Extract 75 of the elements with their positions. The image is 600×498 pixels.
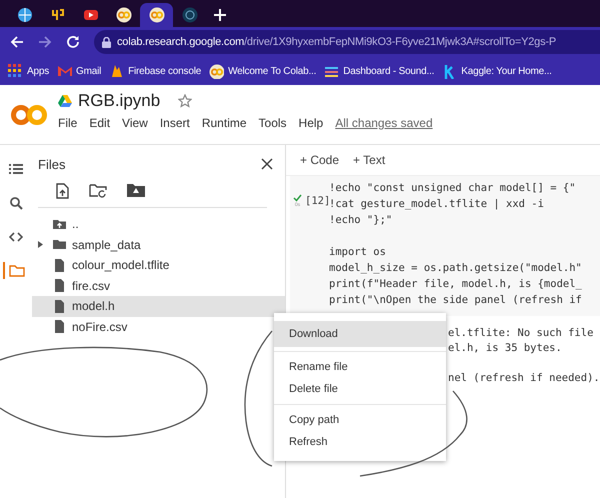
lock-icon xyxy=(102,36,111,48)
bookmark[interactable]: Apps xyxy=(8,64,49,78)
code-line: !cat gesture_model.tflite | xxd -i xyxy=(329,197,545,212)
colab-logo-icon xyxy=(116,7,132,23)
forward-icon[interactable] xyxy=(38,35,52,49)
menu-item[interactable]: Tools xyxy=(258,116,287,130)
flame-icon xyxy=(109,64,124,78)
code-line: print(f"Header file, model.h, is {model_ xyxy=(329,277,582,292)
address-field[interactable]: colab.research.google.com/drive/1X9hyxembFepNMi9kO3-F6yve21Mjwk3A#scrollTo=Y2gs-P xyxy=(94,30,600,54)
globe-icon xyxy=(16,7,32,23)
check-icon xyxy=(293,194,302,202)
folder-refresh-icon[interactable] xyxy=(89,183,107,198)
star-icon[interactable] xyxy=(178,94,192,108)
circle-logo-icon xyxy=(182,7,198,23)
upload-file-icon[interactable] xyxy=(56,183,69,199)
close-icon xyxy=(261,158,273,170)
bookmark[interactable]: Gmail xyxy=(57,64,102,78)
file-icon xyxy=(53,258,67,273)
file-row[interactable]: model.h xyxy=(32,296,285,316)
bookmark[interactable]: Welcome To Colab... xyxy=(209,64,316,78)
file-icon xyxy=(53,278,67,294)
browser-tab[interactable] xyxy=(140,3,173,27)
code-line: model_h_size = os.path.getsize("model.h" xyxy=(329,261,582,276)
colab-logo[interactable] xyxy=(10,104,48,126)
execution-count: [12] xyxy=(305,195,330,209)
menu-item[interactable]: Refresh xyxy=(274,431,446,453)
drive-folder-icon[interactable] xyxy=(127,183,145,197)
play-icon xyxy=(82,7,98,23)
menu-item[interactable]: View xyxy=(122,116,148,130)
bookmark[interactable]: Firebase console xyxy=(109,64,202,78)
grid-icon xyxy=(8,64,23,78)
caret-icon[interactable] xyxy=(38,241,43,248)
url-path: /drive/1X9hyxembFepNMi9kO3-F6yve21Mjwk3A#scrollTo=Y2gs-P xyxy=(244,36,556,48)
code-line: !echo "const unsigned char model[] = {" xyxy=(329,181,577,196)
url-host: colab.research.google.com xyxy=(117,36,244,48)
save-status-link[interactable]: All changes saved xyxy=(335,116,433,130)
back-icon[interactable] xyxy=(10,35,24,49)
code-icon[interactable] xyxy=(9,232,23,242)
folder-icon[interactable] xyxy=(9,264,25,277)
file-row[interactable]: sample_data xyxy=(32,234,285,255)
panel-title: Files xyxy=(38,156,66,172)
menu-item[interactable]: Runtime xyxy=(202,116,247,130)
file-row[interactable]: colour_model.tflite xyxy=(32,255,285,276)
menu-item[interactable]: Copy path xyxy=(274,409,446,431)
file-row[interactable]: fire.csv xyxy=(32,276,285,296)
file-icon xyxy=(53,319,67,334)
menu-item[interactable]: Insert xyxy=(160,116,190,130)
drive-icon xyxy=(58,95,72,107)
output-line: nel (refresh if needed). xyxy=(448,371,600,386)
menu-item[interactable]: File xyxy=(58,116,78,130)
bookmark[interactable]: Dashboard - Sound... xyxy=(324,64,434,78)
mail-icon xyxy=(57,64,72,78)
colab-logo-icon xyxy=(148,7,164,23)
code-line: import os xyxy=(329,245,387,260)
reload-icon[interactable] xyxy=(66,35,80,49)
list-icon[interactable] xyxy=(9,163,23,175)
menu-item[interactable]: Help xyxy=(298,116,324,130)
search-icon[interactable] xyxy=(10,197,22,210)
menu-item[interactable]: Rename file xyxy=(274,356,446,378)
notebook-title[interactable]: RGB.ipynb xyxy=(78,91,160,111)
toolbar-button[interactable]: + Code xyxy=(300,151,340,169)
toolbar-button[interactable]: + Text xyxy=(353,151,386,169)
menu-item[interactable]: Delete file xyxy=(274,378,446,400)
letter-icon xyxy=(50,7,66,23)
plus-icon[interactable] xyxy=(214,9,226,21)
output-line: el.tflite: No such file xyxy=(448,326,594,341)
colab-logo-icon xyxy=(209,64,224,78)
code-line: !echo "};" xyxy=(329,213,394,228)
file-row[interactable]: .. xyxy=(32,214,285,234)
file-icon xyxy=(53,298,67,314)
menu-item[interactable]: Edit xyxy=(89,116,110,130)
code-line: print("\nOpen the side panel (refresh if xyxy=(329,293,582,308)
bookmark[interactable]: Kaggle: Your Home... xyxy=(442,64,552,78)
output-line: el.h, is 35 bytes. xyxy=(448,341,563,356)
menu-item[interactable]: Download xyxy=(274,321,446,347)
